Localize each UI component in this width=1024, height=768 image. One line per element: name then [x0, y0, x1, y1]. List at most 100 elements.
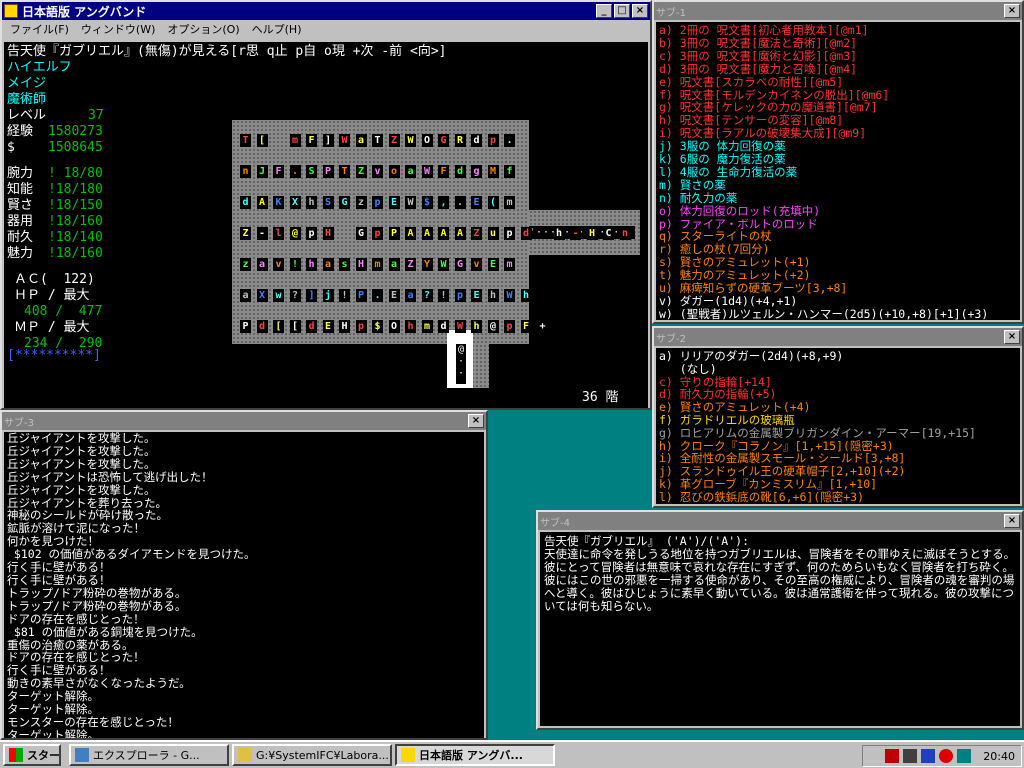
inventory-item[interactable]: o) 体力回復のロッド(充填中) — [659, 204, 820, 218]
sub2-close-button[interactable]: × — [1004, 330, 1020, 344]
map-glyph: n — [619, 227, 631, 240]
inventory-list[interactable]: a) 2冊の 呪文書[初心者用教本][@m1] b) 3冊の 呪文書[魔法と奇術]… — [656, 22, 1020, 320]
map-glyph: d — [240, 196, 251, 209]
equipment-item[interactable]: (なし) — [659, 362, 717, 376]
main-window: 日本語版 アングバンド _ □ × ファイル(F) ウィンドウ(W) オプション… — [0, 0, 652, 410]
inventory-item[interactable]: n) 耐久力の薬 — [659, 191, 737, 205]
main-menubar: ファイル(F) ウィンドウ(W) オプション(O) ヘルプ(H) — [2, 20, 650, 38]
map-glyph: X — [289, 196, 301, 209]
sub1-titlebar[interactable]: サブ-1 × — [654, 2, 1022, 20]
menu-options[interactable]: オプション(O) — [161, 21, 245, 37]
sub1-window: サブ-1 × a) 2冊の 呪文書[初心者用教本][@m1] b) 3冊の 呪文書… — [652, 0, 1024, 324]
sub3-titlebar[interactable]: サブ-3 × — [2, 412, 486, 430]
network-icon[interactable] — [885, 749, 900, 763]
equipment-item[interactable]: g) ロヒアリムの金属製ブリガンダイン・アーマー[19,+15] — [659, 426, 976, 440]
sub2-titlebar[interactable]: サブ-2 × — [654, 328, 1022, 346]
message-line: 丘ジャイアントを攻撃した。 — [7, 432, 156, 445]
help-icon[interactable] — [939, 749, 954, 763]
equipment-item[interactable]: l) 忍びの鉄鋲底の靴[6,+6](隠密+3) — [659, 490, 864, 504]
map-glyph: d — [256, 320, 268, 333]
folder-icon — [238, 748, 252, 762]
inventory-item[interactable]: l) 4服の 生命力復活の薬 — [659, 165, 797, 179]
map-glyph: Y — [421, 258, 433, 271]
explorer-icon — [75, 748, 89, 762]
map-glyph: d — [454, 165, 466, 178]
map-glyph: H — [586, 227, 598, 240]
map-glyph: E — [471, 196, 482, 209]
map-glyph: H — [339, 320, 350, 333]
map-glyph: p — [355, 320, 367, 333]
map-glyph: X — [256, 289, 268, 302]
maximize-button[interactable]: □ — [614, 4, 630, 18]
start-button[interactable]: スタート — [3, 744, 61, 766]
map-glyph: K — [273, 196, 284, 209]
map-glyph: m — [421, 320, 433, 333]
dungeon-map[interactable]: '·············· @ · · T[m F] Wa T Z W O G Rd p. n J F.… — [4, 42, 648, 408]
map-glyph: Z — [405, 258, 416, 271]
menu-window[interactable]: ウィンドウ(W) — [75, 21, 161, 37]
map-glyph: h — [520, 289, 532, 302]
map-glyph: ! — [339, 289, 350, 302]
main-terminal[interactable]: 告天使『ガブリエル』(無傷)が見える[r思 q止 p自 o現 +次 -前 <向>… — [4, 42, 648, 408]
map-glyph: l — [273, 227, 284, 240]
inventory-item[interactable]: v) ダガー(1d4)(+4,+1) — [659, 294, 797, 308]
map-glyph: ! — [438, 289, 449, 302]
map-glyph: . — [372, 289, 383, 302]
player-glyph: @ — [289, 227, 301, 240]
map-glyph: H — [322, 227, 334, 240]
map-glyph: A — [454, 227, 466, 240]
minimize-button[interactable]: _ — [596, 4, 612, 18]
map-glyph: $ — [421, 196, 433, 209]
taskbar-folder[interactable]: G:¥SystemIFC¥Labora... — [232, 744, 392, 766]
map-glyph: a — [256, 258, 268, 271]
map-glyph: C — [603, 227, 614, 240]
map-glyph: - — [256, 227, 268, 240]
sub3-title: サブ-3 — [4, 417, 34, 429]
windows-logo-icon — [9, 748, 23, 762]
sub1-close-button[interactable]: × — [1004, 4, 1020, 18]
inventory-item[interactable]: d) 3冊の 呪文書[魔力と召喚][@m4] — [659, 62, 857, 76]
main-titlebar[interactable]: 日本語版 アングバンド _ □ × — [2, 2, 650, 20]
map-glyph: , — [438, 196, 449, 209]
map-glyph: ? — [289, 289, 301, 302]
angband-app-icon — [4, 4, 18, 18]
map-glyph: + — [537, 320, 548, 333]
monster-recall-body: 天使達に命令を発しうる地位を持つガブリエルは、冒険者をその罪ゆえに滅ぼそうとする… — [544, 547, 1016, 613]
display-icon[interactable] — [957, 749, 972, 763]
map-glyph: T — [372, 134, 383, 147]
sub3-close-button[interactable]: × — [468, 414, 484, 428]
inventory-item[interactable]: c) 3冊の 呪文書[魔術と幻影][@m3] — [659, 49, 857, 63]
map-glyph: P — [355, 289, 367, 302]
monster-recall[interactable]: 告天使『ガブリエル』 ('A')/('A'): 天使達に命令を発しうる地位を持つ… — [540, 532, 1020, 726]
menu-help[interactable]: ヘルプ(H) — [246, 21, 308, 37]
player-glyph: @ — [487, 320, 499, 333]
map-glyph: h — [487, 289, 499, 302]
close-button[interactable]: × — [632, 4, 648, 18]
map-glyph: E — [487, 258, 499, 271]
map-glyph: J — [256, 165, 268, 178]
inventory-item[interactable]: m) 賢さの薬 — [659, 178, 726, 192]
map-glyph: m — [504, 196, 515, 209]
sub4-titlebar[interactable]: サブ-4 × — [538, 512, 1022, 530]
message-log[interactable]: 丘ジャイアントを攻撃した。 丘ジャイアントを攻撃した。 丘ジャイアントを攻撃した。丘… — [4, 432, 484, 738]
map-glyph: o — [388, 165, 400, 178]
sub4-close-button[interactable]: × — [1004, 514, 1020, 528]
map-glyph: G — [454, 258, 466, 271]
taskbar-angband[interactable]: 日本語版 アングバ... — [395, 744, 555, 766]
battery-icon[interactable] — [921, 749, 936, 763]
map-glyph: m — [504, 258, 515, 271]
message-line: トラップ/ドア粉砕の巻物がある。 — [7, 598, 187, 613]
map-glyph: d — [306, 320, 317, 333]
volume-icon[interactable] — [903, 749, 918, 763]
map-glyph: A — [256, 196, 268, 209]
map-glyph: . — [289, 165, 301, 178]
inventory-item[interactable]: b) 3冊の 呪文書[魔法と奇術][@m2] — [659, 36, 857, 50]
taskbar-explorer[interactable]: エクスプローラ - G... — [69, 744, 229, 766]
inventory-item[interactable]: w) (聖戦者)ルツェルン・ハンマー(2d5)(+10,+8)[+1](+3) — [659, 307, 988, 320]
inventory-item[interactable]: e) 呪文書[スカラベの耐性][@m5] — [659, 75, 843, 89]
map-glyph: d — [438, 320, 449, 333]
menu-file[interactable]: ファイル(F) — [4, 21, 75, 37]
map-glyph: f — [504, 165, 515, 178]
equipment-list[interactable]: a) リリアのダガー(2d4)(+8,+9) (なし) c) 守りの指輪[+14]… — [656, 348, 1020, 504]
map-glyph: v — [372, 165, 383, 178]
